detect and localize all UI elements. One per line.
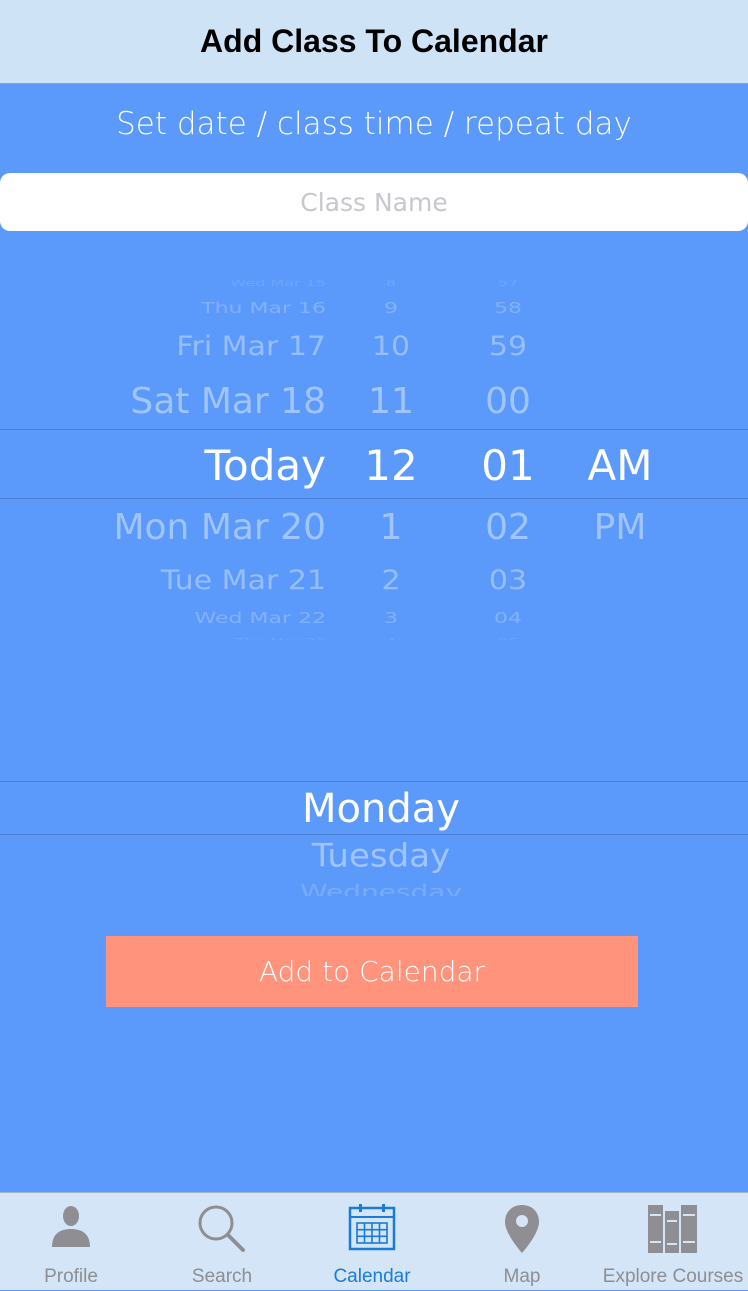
page-title: Add Class To Calendar: [200, 23, 548, 59]
picker-row-minutes[interactable]: 00: [358, 384, 658, 420]
picker-row-ampm[interactable]: AM: [470, 445, 748, 487]
picker-selection-line-bottom: [0, 498, 748, 499]
instructions-text: Set date / class time / repeat day: [116, 106, 632, 142]
tab-label-map: Map: [503, 1266, 541, 1287]
calendar-icon: [348, 1204, 396, 1251]
repeat-day-picker[interactable]: Monday Tuesday Wednesday: [0, 778, 748, 896]
tab-label-search: Search: [191, 1266, 253, 1287]
add-to-calendar-button[interactable]: Add to Calendar: [106, 936, 638, 1007]
tab-label-calendar: Calendar: [333, 1266, 411, 1287]
navigation-bar: Add Class To Calendar: [0, 0, 748, 84]
picker-row-day[interactable]: Monday: [231, 789, 531, 829]
date-time-picker[interactable]: Wed Mar 15 Thu Mar 16 Fri Mar 17 Sat Mar 18…: [0, 280, 748, 640]
picker-row-minutes[interactable]: 05: [358, 637, 658, 640]
map-pin-icon: [505, 1205, 539, 1253]
picker-row-minutes[interactable]: 59: [358, 333, 658, 360]
person-icon: [52, 1206, 90, 1247]
picker-row-day[interactable]: Tuesday: [231, 840, 531, 872]
tab-calendar[interactable]: Calendar: [297, 1193, 447, 1291]
picker-row-day[interactable]: Wednesday: [231, 882, 531, 896]
picker-row-minutes[interactable]: 04: [358, 611, 658, 627]
tab-label-profile: Profile: [44, 1266, 98, 1287]
magnifier-icon: [198, 1205, 245, 1252]
class-name-input[interactable]: [0, 173, 748, 231]
tab-bar: Profile Search Calendar Map Explore Cour…: [0, 1192, 748, 1290]
add-to-calendar-label: Add to Calendar: [258, 955, 486, 988]
books-icon: [648, 1205, 697, 1253]
picker-selection-line-top: [0, 429, 748, 430]
picker-selection-line-bottom: [0, 834, 748, 835]
picker-row-ampm[interactable]: PM: [470, 510, 748, 546]
tab-explore-courses[interactable]: Explore Courses: [598, 1193, 748, 1291]
picker-selection-line-top: [0, 781, 748, 782]
tab-search[interactable]: Search: [147, 1193, 297, 1291]
picker-row-minutes[interactable]: 03: [358, 567, 658, 594]
tab-profile[interactable]: Profile: [0, 1193, 146, 1291]
picker-row-minutes[interactable]: 57: [358, 280, 658, 287]
picker-row-minutes[interactable]: 58: [358, 301, 658, 317]
tab-map[interactable]: Map: [447, 1193, 597, 1291]
tab-label-explore-courses: Explore Courses: [602, 1266, 744, 1287]
